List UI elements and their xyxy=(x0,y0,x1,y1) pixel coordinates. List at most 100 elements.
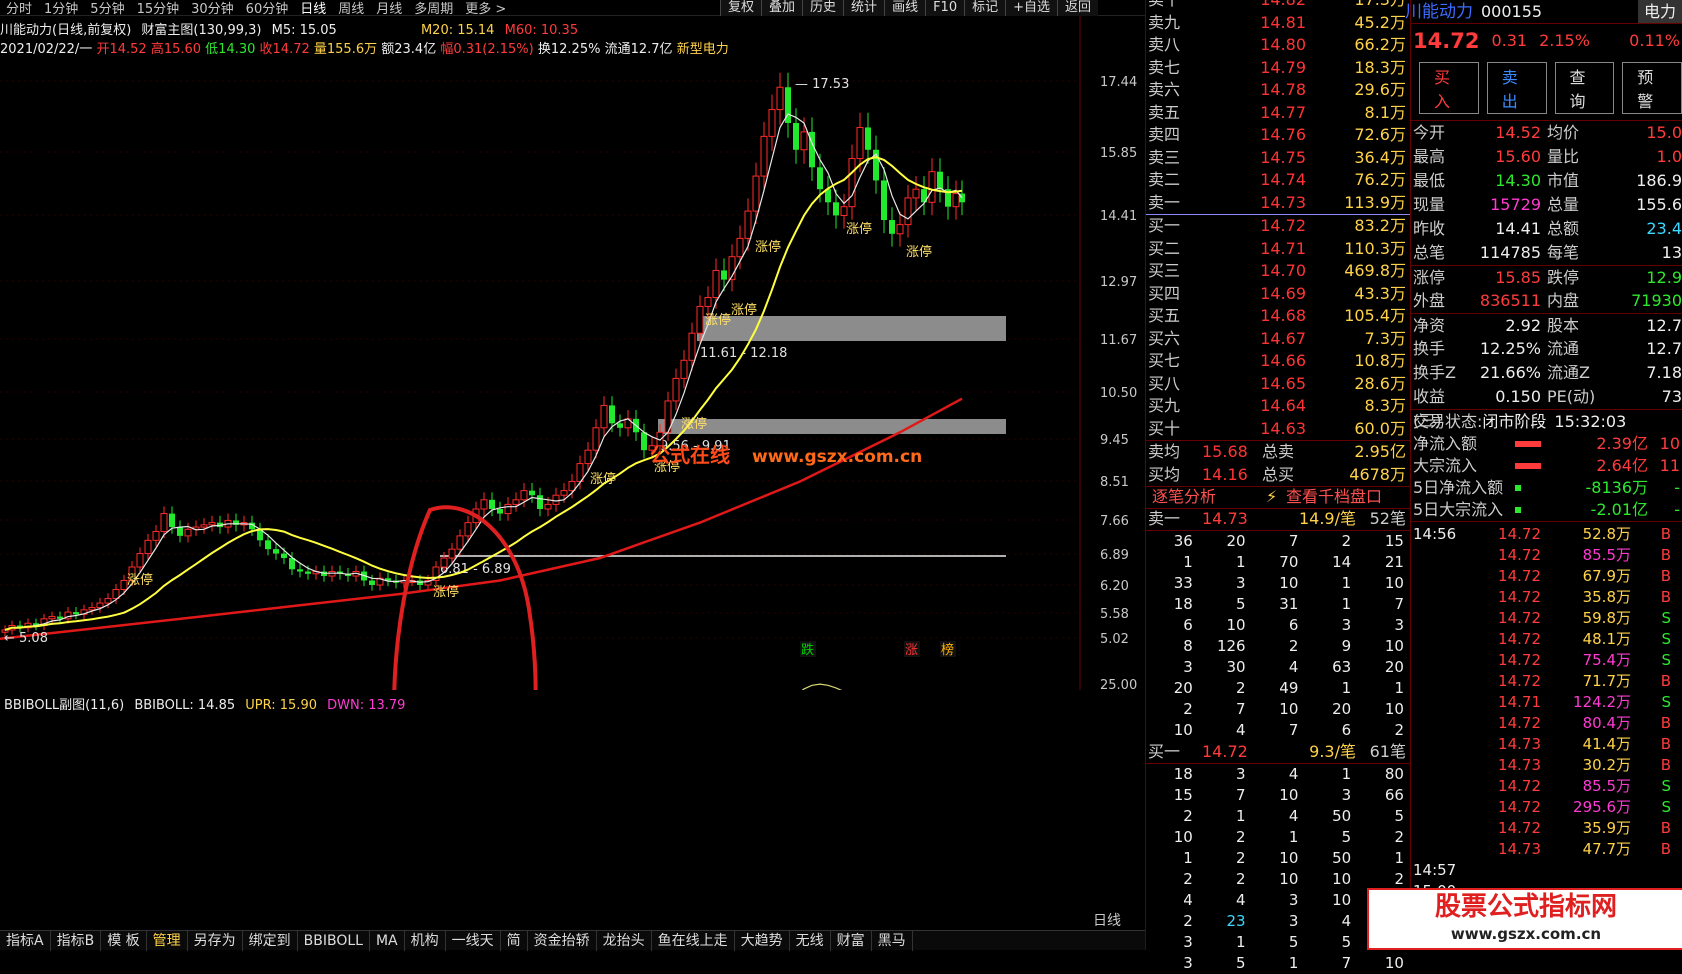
ask-row[interactable]: 卖三 14.75 36.4万 xyxy=(1146,147,1410,170)
queue-cell: 10 xyxy=(1332,869,1352,888)
bid-row[interactable]: 买二 14.71 110.3万 xyxy=(1146,238,1410,261)
candle-body xyxy=(537,495,543,509)
period-tab[interactable]: 分时 xyxy=(0,0,38,17)
sub-name[interactable]: BBIBOLL副图(11,6) xyxy=(4,698,124,713)
bid-row[interactable]: 买八 14.65 28.6万 xyxy=(1146,373,1410,396)
indicator-tab[interactable]: 龙抬头 xyxy=(597,930,652,951)
toolbar-button[interactable]: 返回 xyxy=(1057,0,1099,16)
ask-row[interactable]: 卖二 14.74 76.2万 xyxy=(1146,169,1410,192)
bid-row[interactable]: 买六 14.67 7.3万 xyxy=(1146,328,1410,351)
bid-row[interactable]: 买一 14.72 83.2万 xyxy=(1146,215,1410,238)
indicator-tab[interactable]: 绑定到 xyxy=(243,930,298,951)
candle-body xyxy=(184,528,192,537)
candle-body xyxy=(584,449,592,465)
query-button[interactable]: 查询 xyxy=(1554,62,1615,114)
queue-cell: 10 xyxy=(1384,700,1404,718)
quote-row: 现量 15729 总量 155.6 xyxy=(1411,193,1682,217)
period-label[interactable]: 日线 xyxy=(1093,910,1121,930)
ask-row[interactable]: 卖七 14.79 18.3万 xyxy=(1146,57,1410,80)
trade-state-label: 交易状态: xyxy=(1413,412,1483,431)
flow-extra: 11 xyxy=(1659,456,1680,475)
bid-row[interactable]: 买四 14.69 43.3万 xyxy=(1146,283,1410,306)
toolbar-button[interactable]: +自选 xyxy=(1005,0,1058,16)
toolbar-button[interactable]: 历史 xyxy=(802,0,844,16)
limit-up-marker: 涨停 xyxy=(731,302,757,318)
indicator-name[interactable]: 财富主图(130,99,3) xyxy=(141,23,261,38)
ask-row[interactable]: 卖一 14.73 113.9万 xyxy=(1146,192,1410,215)
ask-row[interactable]: 卖十14.8217.3万 xyxy=(1146,0,1410,12)
tick-time xyxy=(1411,566,1471,587)
buy-button[interactable]: 买入 xyxy=(1419,62,1479,114)
tick-analysis-link[interactable]: 逐笔分析 xyxy=(1146,486,1266,509)
period-tab[interactable]: 日线 xyxy=(294,0,332,17)
quote-title-row: 川能动力 000155 电力 xyxy=(1405,0,1682,24)
ask-row[interactable]: 卖四 14.76 72.6万 xyxy=(1146,124,1410,147)
indicator-tab[interactable]: 简 xyxy=(501,930,528,951)
indicator-tab[interactable]: 资金抬轿 xyxy=(528,930,597,951)
candle-body xyxy=(817,167,823,190)
queue-cell: 10 xyxy=(1173,721,1193,739)
indicator-tab[interactable]: 黑马 xyxy=(872,930,913,951)
limit-up-marker: 涨停 xyxy=(906,244,932,260)
bid-volume: 8.3万 xyxy=(1364,396,1406,415)
period-tab[interactable]: 30分钟 xyxy=(185,0,240,17)
indicator-tab[interactable]: 鱼在线上走 xyxy=(652,930,735,951)
quote-key: 昨收 xyxy=(1413,219,1446,238)
period-tab[interactable]: 60分钟 xyxy=(240,0,295,17)
toolbar-button[interactable]: 画线 xyxy=(884,0,926,16)
bid-row[interactable]: 买五 14.68 105.4万 xyxy=(1146,305,1410,328)
toolbar-button[interactable]: 统计 xyxy=(843,0,885,16)
depth-link[interactable]: 查看千档盘口 xyxy=(1286,486,1382,509)
indicator-tab[interactable]: 财富 xyxy=(831,930,872,951)
alert-button[interactable]: 预警 xyxy=(1622,62,1682,114)
bid-row[interactable]: 买九 14.64 8.3万 xyxy=(1146,395,1410,418)
period-tab[interactable]: 1分钟 xyxy=(38,0,84,17)
toolbar-button[interactable]: 复权 xyxy=(720,0,762,16)
indicator-tab[interactable]: BBIBOLL xyxy=(298,930,370,951)
indicator-tab[interactable]: 模 板 xyxy=(101,930,147,951)
indicator-tab[interactable]: 管理 xyxy=(147,930,188,951)
period-tab[interactable]: 周线 xyxy=(332,0,370,17)
quote-key: 均价 xyxy=(1547,123,1580,142)
ask-row[interactable]: 卖六 14.78 29.6万 xyxy=(1146,79,1410,102)
queue-cell: 20 xyxy=(1332,700,1352,718)
ask-volume: 29.6万 xyxy=(1354,80,1406,99)
kline-chart[interactable]: 17.44 15.85 14.41 12.97 11.67 10.50 9.45 8.51 7.… xyxy=(0,16,1145,690)
sector-tag[interactable]: 电力 xyxy=(1637,0,1682,23)
indicator-tab[interactable]: 机构 xyxy=(405,930,446,951)
candle-body xyxy=(48,616,56,620)
tick-time xyxy=(1411,608,1471,629)
toolbar-button[interactable]: F10 xyxy=(925,0,965,16)
bid-row[interactable]: 买三 14.70 469.8万 xyxy=(1146,260,1410,283)
ask-row[interactable]: 卖八 14.80 66.2万 xyxy=(1146,34,1410,57)
summary-label: 买均 xyxy=(1148,464,1181,484)
quote-key: 涨停 xyxy=(1413,268,1446,287)
candle-body xyxy=(712,269,720,299)
candle-body xyxy=(560,490,568,496)
quote-value: 73 xyxy=(1661,387,1682,406)
period-tab[interactable]: 5分钟 xyxy=(84,0,130,17)
summary-label: 卖均 xyxy=(1148,442,1181,461)
indicator-tab[interactable]: 一线天 xyxy=(446,930,501,951)
period-tab[interactable]: 15分钟 xyxy=(131,0,186,17)
ask-row[interactable]: 卖五 14.77 8.1万 xyxy=(1146,102,1410,125)
indicator-tab[interactable]: 指标B xyxy=(51,930,102,951)
ask-row[interactable]: 卖九 14.81 45.2万 xyxy=(1146,12,1410,35)
period-tab[interactable]: 多周期 xyxy=(408,0,459,17)
indicator-tab[interactable]: MA xyxy=(370,930,405,951)
toolbar-button[interactable]: 标记 xyxy=(964,0,1006,16)
candle-body xyxy=(104,598,112,604)
info-close: 收14.72 xyxy=(259,42,310,57)
indicator-tab[interactable]: 大趋势 xyxy=(735,930,790,951)
period-tab[interactable]: 更多 > xyxy=(459,0,512,17)
indicator-tab[interactable]: 另存为 xyxy=(188,930,243,951)
bid-row[interactable]: 买十 14.63 60.0万 xyxy=(1146,418,1410,441)
period-tab[interactable]: 月线 xyxy=(370,0,408,17)
queue-cell: 2 xyxy=(1183,700,1193,718)
bid-row[interactable]: 买七 14.66 10.8万 xyxy=(1146,350,1410,373)
toolbar-button[interactable]: 叠加 xyxy=(761,0,803,16)
sell-button[interactable]: 卖出 xyxy=(1486,62,1547,114)
indicator-tab[interactable]: 无线 xyxy=(790,930,831,951)
indicator-tab[interactable]: 指标A xyxy=(0,930,51,951)
queue-row: 3 5 1 7 10 xyxy=(1146,953,1410,974)
